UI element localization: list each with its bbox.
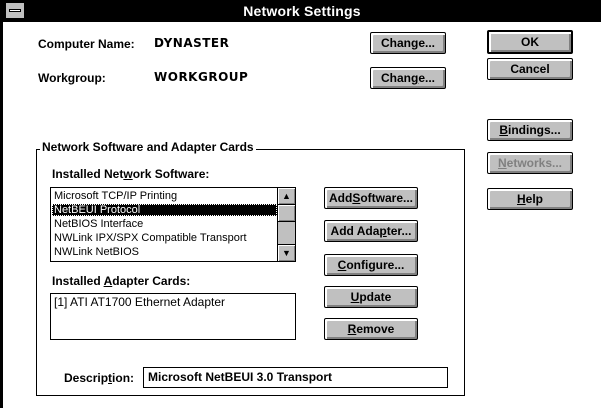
- description-label: Description:: [64, 371, 135, 385]
- scroll-up-arrow-icon[interactable]: ▲: [278, 188, 295, 205]
- computer-name-label: Computer Name:: [38, 37, 135, 51]
- installed-adapters-list[interactable]: [1] ATI AT1700 Ethernet Adapter: [50, 293, 296, 340]
- ok-button[interactable]: OK: [487, 30, 573, 54]
- network-settings-window: Network Settings Computer Name: DYNASTER…: [0, 0, 601, 408]
- installed-software-list[interactable]: Microsoft TCP/IP Printing NetBEUI Protoc…: [50, 187, 296, 262]
- software-list-scrollbar[interactable]: ▲ ▼: [277, 188, 295, 261]
- configure-button[interactable]: Configure...: [324, 254, 418, 276]
- installed-software-label: Installed Network Software:: [52, 167, 210, 181]
- list-item[interactable]: NWLink IPX/SPX Compatible Transport: [52, 232, 277, 244]
- scroll-thumb[interactable]: [278, 205, 295, 222]
- installed-adapters-label: Installed Adapter Cards:: [52, 274, 191, 288]
- networks-button[interactable]: Networks...: [487, 152, 573, 174]
- group-title: Network Software and Adapter Cards: [40, 140, 256, 154]
- description-field: Microsoft NetBEUI 3.0 Transport: [143, 367, 448, 388]
- window-title: Network Settings: [243, 3, 361, 19]
- scroll-down-arrow-icon[interactable]: ▼: [278, 244, 295, 261]
- cancel-button[interactable]: Cancel: [487, 58, 573, 80]
- workgroup-label: Workgroup:: [38, 71, 106, 85]
- remove-button[interactable]: Remove: [324, 318, 418, 340]
- list-item[interactable]: Microsoft TCP/IP Printing: [52, 190, 277, 202]
- list-item[interactable]: [1] ATI AT1700 Ethernet Adapter: [52, 296, 225, 309]
- workgroup-value: WORKGROUP: [154, 70, 249, 84]
- title-bar[interactable]: Network Settings: [3, 0, 601, 22]
- list-item[interactable]: NWLink NetBIOS: [52, 246, 277, 258]
- change-workgroup-button[interactable]: Change...: [370, 67, 446, 89]
- help-button[interactable]: Help: [487, 188, 573, 210]
- list-item[interactable]: NetBIOS Interface: [52, 218, 277, 230]
- change-computer-name-button[interactable]: Change...: [370, 32, 446, 54]
- list-item-selected[interactable]: NetBEUI Protocol: [52, 204, 277, 216]
- add-adapter-button[interactable]: Add Adapter...: [324, 220, 418, 242]
- bindings-button[interactable]: Bindings...: [487, 119, 573, 141]
- computer-name-value: DYNASTER: [154, 36, 230, 50]
- add-software-button[interactable]: Add Software...: [324, 187, 418, 209]
- update-button[interactable]: Update: [324, 286, 418, 308]
